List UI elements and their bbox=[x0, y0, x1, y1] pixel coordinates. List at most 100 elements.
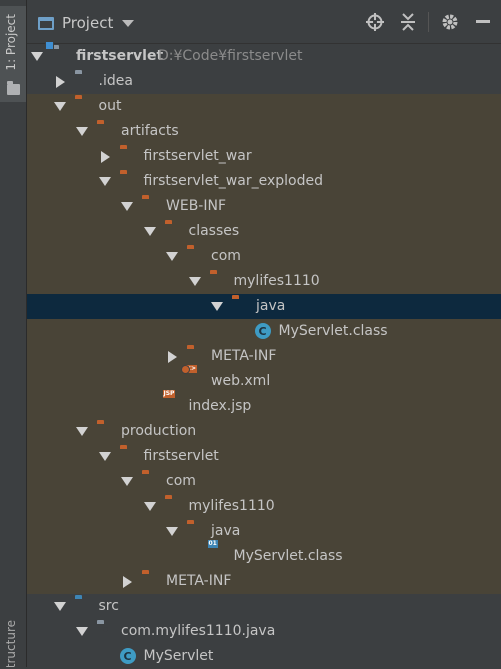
folder-grey-icon bbox=[75, 73, 93, 89]
tree-node-label: META-INF bbox=[166, 573, 232, 589]
tree-node-label: java bbox=[211, 523, 241, 539]
xml-file-icon: <> bbox=[185, 365, 198, 373]
tree-node-myservlet-class[interactable]: 01 MyServlet.class bbox=[27, 540, 501, 569]
tree-node-label: com bbox=[166, 473, 196, 489]
tree-node-com[interactable]: com bbox=[27, 244, 501, 269]
project-view-icon bbox=[38, 16, 54, 30]
tool-window-strip: 1: Project Structure bbox=[0, 0, 27, 667]
package-icon bbox=[97, 623, 115, 639]
tree-node-label: com bbox=[211, 248, 241, 264]
tree-node-web-inf[interactable]: WEB-INF bbox=[27, 194, 501, 219]
tree-node-label: java bbox=[256, 298, 286, 314]
folder-icon bbox=[7, 81, 20, 95]
tree-node-production[interactable]: production bbox=[27, 419, 501, 444]
tree-node-meta-inf[interactable]: META-INF bbox=[27, 344, 501, 369]
folder-orange-icon bbox=[120, 148, 138, 164]
tree-node-classes[interactable]: classes bbox=[27, 219, 501, 244]
tree-node-label: out bbox=[98, 98, 122, 114]
expand-arrow-down-icon[interactable] bbox=[98, 444, 113, 469]
expand-arrow-down-icon[interactable] bbox=[121, 469, 135, 494]
tree-node-label: com.mylifes1110.java bbox=[121, 623, 276, 639]
tree-node-out[interactable]: out bbox=[27, 94, 501, 119]
expand-arrow-down-icon[interactable] bbox=[53, 94, 68, 119]
tree-node-myservlet-class[interactable]: C MyServlet.class bbox=[27, 319, 501, 344]
tree-node-com-mylifes1110-java[interactable]: com.mylifes1110.java bbox=[27, 619, 501, 644]
folder-orange-icon bbox=[165, 223, 183, 239]
folder-orange-icon bbox=[120, 173, 138, 189]
view-selector[interactable]: Project bbox=[38, 12, 135, 34]
tree-node-firstservlet[interactable]: firstservlet D:¥Code¥firstservlet bbox=[27, 44, 501, 69]
tree-node-java[interactable]: java bbox=[27, 519, 501, 544]
compiled-class-icon: 01 bbox=[207, 540, 218, 548]
tree-node-artifacts[interactable]: artifacts bbox=[27, 119, 501, 144]
expand-arrow-down-icon[interactable] bbox=[76, 119, 90, 144]
tree-node-label: WEB-INF bbox=[166, 198, 226, 214]
locate-icon[interactable] bbox=[365, 12, 385, 32]
expand-arrow-down-icon[interactable] bbox=[211, 294, 225, 319]
tree-node-label: mylifes1110 bbox=[188, 498, 275, 514]
folder-orange-icon bbox=[232, 298, 250, 314]
folder-blue-icon bbox=[75, 598, 93, 614]
folder-orange-icon bbox=[142, 198, 160, 214]
toolbar-separator bbox=[428, 12, 429, 32]
tree-node-idea[interactable]: .idea bbox=[27, 69, 501, 94]
tree-node-label: MyServlet bbox=[143, 648, 214, 664]
folder-orange-icon bbox=[97, 123, 115, 139]
tree-node-java[interactable]: java bbox=[27, 294, 501, 319]
folder-orange-icon bbox=[210, 273, 228, 289]
tree-node-label: META-INF bbox=[211, 348, 277, 364]
expand-arrow-down-icon[interactable] bbox=[76, 419, 90, 444]
structure-tool-tab[interactable]: Structure bbox=[0, 620, 26, 667]
expand-arrow-down-icon[interactable] bbox=[188, 269, 203, 294]
module-path-hint: D:¥Code¥firstservlet bbox=[158, 48, 303, 64]
tree-node-index-jsp[interactable]: JSP index.jsp bbox=[27, 390, 501, 419]
tree-node-label: web.xml bbox=[211, 373, 271, 389]
module-folder-icon bbox=[52, 48, 70, 64]
expand-arrow-down-icon[interactable] bbox=[53, 594, 68, 619]
expand-arrow-down-icon[interactable] bbox=[98, 169, 113, 194]
tree-node-label: .idea bbox=[98, 73, 133, 89]
tree-node-label: MyServlet.class bbox=[233, 548, 343, 564]
tree-node-mylifes1110[interactable]: mylifes1110 bbox=[27, 494, 501, 519]
hide-icon[interactable] bbox=[473, 12, 493, 32]
view-selector-label: Project bbox=[62, 14, 114, 32]
folder-orange-icon bbox=[142, 473, 160, 489]
class-icon: C bbox=[254, 323, 273, 339]
tree-node-src[interactable]: src bbox=[27, 594, 501, 619]
project-tree: firstservlet D:¥Code¥firstservlet .idea out… bbox=[27, 44, 501, 667]
expand-arrow-down-icon[interactable] bbox=[166, 244, 180, 269]
tree-node-label: MyServlet.class bbox=[278, 323, 388, 339]
expand-arrow-down-icon[interactable] bbox=[166, 519, 180, 544]
collapse-all-icon[interactable] bbox=[398, 12, 418, 32]
tree-node-label: firstservlet bbox=[76, 48, 164, 64]
tree-node-label: mylifes1110 bbox=[233, 273, 320, 289]
expand-arrow-down-icon[interactable] bbox=[31, 44, 45, 69]
tree-node-mylifes1110[interactable]: mylifes1110 bbox=[27, 269, 501, 294]
tree-node-label: production bbox=[121, 423, 197, 439]
tree-node-myservlet[interactable]: C MyServlet bbox=[27, 644, 501, 669]
tree-node-firstservlet-war[interactable]: firstservlet_war bbox=[27, 144, 501, 169]
tree-node-label: firstservlet bbox=[143, 448, 219, 464]
settings-icon[interactable] bbox=[440, 12, 460, 32]
tree-node-meta-inf[interactable]: META-INF bbox=[27, 569, 501, 594]
tree-node-com[interactable]: com bbox=[27, 469, 501, 494]
project-tool-tab-label: 1: Project bbox=[4, 14, 18, 71]
expand-arrow-right-icon[interactable] bbox=[166, 344, 180, 369]
tree-node-web-xml[interactable]: <> web.xml bbox=[27, 365, 501, 394]
tree-node-label: src bbox=[98, 598, 119, 614]
expand-arrow-right-icon[interactable] bbox=[121, 569, 135, 594]
tree-node-label: firstservlet_war_exploded bbox=[143, 173, 323, 189]
expand-arrow-down-icon[interactable] bbox=[143, 494, 158, 519]
expand-arrow-down-icon[interactable] bbox=[143, 219, 158, 244]
tree-node-firstservlet[interactable]: firstservlet bbox=[27, 444, 501, 469]
folder-orange-icon bbox=[120, 448, 138, 464]
project-tool-tab[interactable]: 1: Project bbox=[0, 6, 26, 102]
expand-arrow-right-icon[interactable] bbox=[99, 144, 113, 169]
expand-arrow-right-icon[interactable] bbox=[54, 69, 68, 94]
tree-node-label: classes bbox=[188, 223, 240, 239]
expand-arrow-down-icon[interactable] bbox=[76, 619, 90, 644]
folder-orange-icon bbox=[165, 498, 183, 514]
tree-node-firstservlet-war-exploded[interactable]: firstservlet_war_exploded bbox=[27, 169, 501, 194]
expand-arrow-down-icon[interactable] bbox=[121, 194, 135, 219]
class-icon: C bbox=[119, 648, 138, 664]
